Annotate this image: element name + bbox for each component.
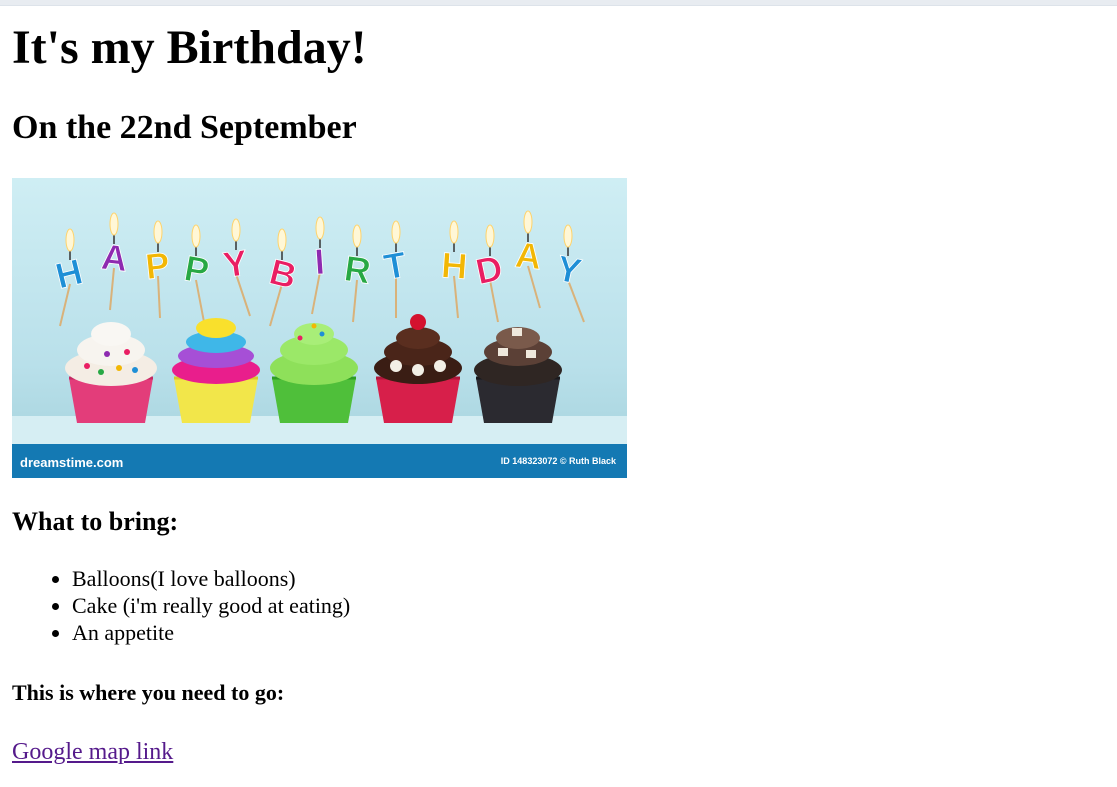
- directions-heading: This is where you need to go:: [12, 680, 285, 705]
- candle-flame: [65, 228, 75, 252]
- candle-letter: H: [440, 244, 469, 287]
- candle-flame: [153, 220, 163, 244]
- candle-flame: [277, 228, 287, 252]
- candle-flame: [191, 224, 201, 248]
- list-item: Cake (i'm really good at eating): [72, 592, 350, 619]
- list-item: Balloons(I love balloons): [72, 565, 350, 592]
- candle-flame: [315, 216, 325, 240]
- candle-flame: [449, 220, 459, 244]
- candle-flame: [391, 220, 401, 244]
- watermark-left-text: dreamstime.com: [20, 455, 123, 470]
- candle-flame: [231, 218, 241, 242]
- page-title: It's my Birthday!: [12, 21, 367, 74]
- bring-heading: What to bring:: [12, 507, 179, 536]
- list-item: An appetite: [72, 619, 350, 646]
- birthday-banner-image: HAPPYBIRTHDAY dreamstime.com ID 14832307…: [12, 178, 627, 478]
- candle-letter: A: [513, 234, 543, 277]
- candle-flame: [352, 224, 362, 248]
- page-subtitle: On the 22nd September: [12, 109, 357, 146]
- google-map-link[interactable]: Google map link: [12, 737, 173, 767]
- candle-letter: P: [143, 244, 171, 287]
- candle-flame: [485, 224, 495, 248]
- candle-letter: A: [99, 236, 129, 279]
- candle-flame: [109, 212, 119, 236]
- candle-flame: [523, 210, 533, 234]
- watermark-right-text: ID 148323072 © Ruth Black: [501, 456, 617, 466]
- candle-flame: [563, 224, 573, 248]
- bring-list: Balloons(I love balloons) Cake (i'm real…: [12, 565, 350, 646]
- browser-top-edge: [0, 0, 1117, 6]
